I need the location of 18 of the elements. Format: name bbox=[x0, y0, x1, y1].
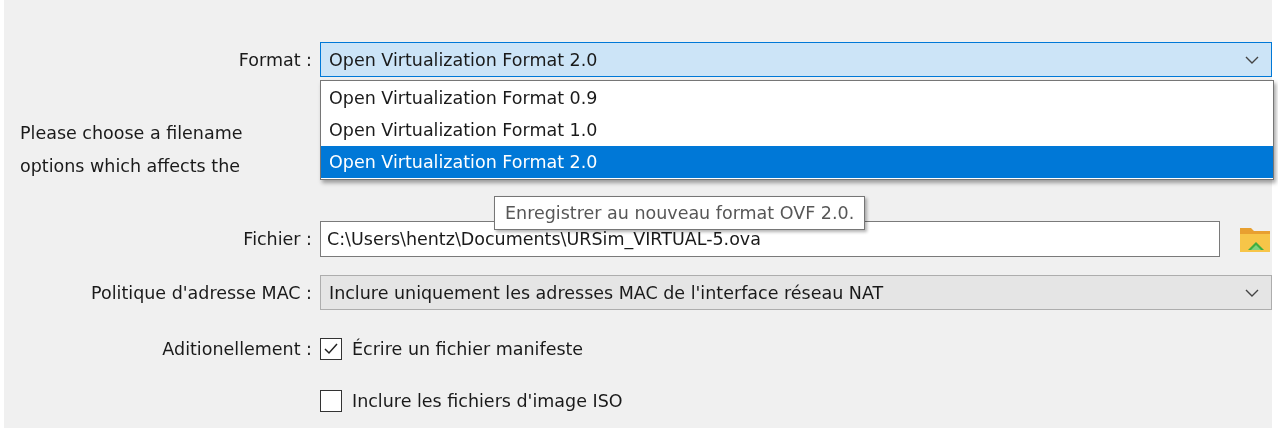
description-text: Please choose a filename bbox=[20, 122, 243, 145]
format-label: Format : bbox=[237, 49, 312, 70]
checkbox[interactable] bbox=[320, 338, 342, 360]
additional-label: Aditionellement : bbox=[161, 338, 312, 361]
dropdown-option[interactable]: Open Virtualization Format 0.9 bbox=[321, 82, 1273, 114]
description-text: options which affects the bbox=[20, 155, 240, 178]
checkbox-label[interactable]: Inclure les fichiers d'image ISO bbox=[352, 391, 623, 411]
tooltip: Enregistrer au nouveau format OVF 2.0. bbox=[494, 196, 866, 230]
checkbox-label[interactable]: Écrire un fichier manifeste bbox=[352, 339, 584, 359]
file-label: Fichier : bbox=[242, 229, 312, 249]
dropdown-option[interactable]: Open Virtualization Format 2.0 bbox=[321, 146, 1273, 178]
dropdown-option[interactable]: Open Virtualization Format 1.0 bbox=[321, 114, 1273, 146]
checkbox[interactable] bbox=[320, 390, 342, 412]
mac-policy-label: Politique d'adresse MAC : bbox=[90, 282, 312, 303]
mac-policy-dropdown[interactable]: Inclure uniquement les adresses MAC de l'interface réseau NAT bbox=[320, 275, 1272, 310]
chevron-down-icon bbox=[1245, 55, 1259, 64]
checkmark-icon bbox=[323, 342, 339, 356]
chevron-down-icon bbox=[1245, 288, 1259, 297]
